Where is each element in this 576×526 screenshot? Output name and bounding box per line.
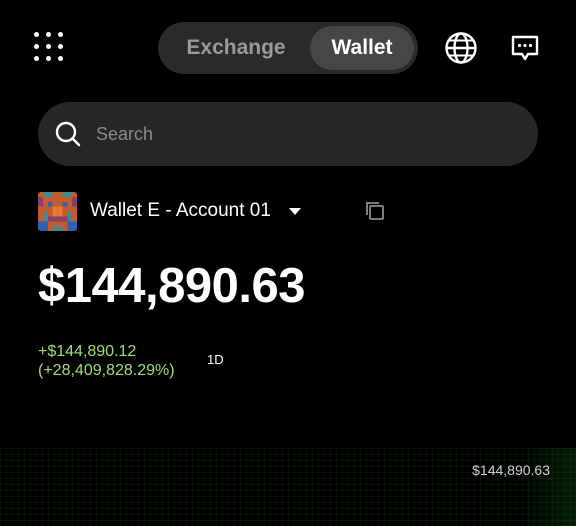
tab-wallet[interactable]: Wallet [310, 26, 414, 70]
chat-icon[interactable] [509, 32, 541, 64]
search-input[interactable] [94, 122, 538, 146]
copy-icon[interactable] [364, 200, 386, 222]
top-bar: Exchange Wallet [0, 22, 576, 74]
total-balance: $144,890.63 [38, 259, 306, 313]
balance-change: +$144,890.12 (+28,409,828.29%) [38, 342, 175, 380]
avatar[interactable] [38, 191, 77, 231]
balance-chart[interactable] [0, 448, 576, 526]
change-percent: (+28,409,828.29%) [38, 362, 175, 379]
grid-menu-icon[interactable] [34, 32, 68, 64]
chart-value-label: $144,890.63 [472, 462, 550, 478]
mode-switcher: Exchange Wallet [158, 22, 418, 74]
chart-highlight [520, 448, 576, 526]
period-selector[interactable]: 1D [207, 352, 224, 367]
account-selector[interactable]: Wallet E - Account 01 [38, 191, 301, 231]
account-name[interactable]: Wallet E - Account 01 [90, 200, 271, 222]
search-icon [55, 121, 81, 147]
tab-exchange[interactable]: Exchange [162, 26, 310, 70]
globe-icon[interactable] [444, 31, 478, 65]
search-bar [38, 102, 538, 166]
change-amount: +$144,890.12 [38, 343, 137, 360]
chevron-down-icon[interactable] [288, 207, 301, 215]
